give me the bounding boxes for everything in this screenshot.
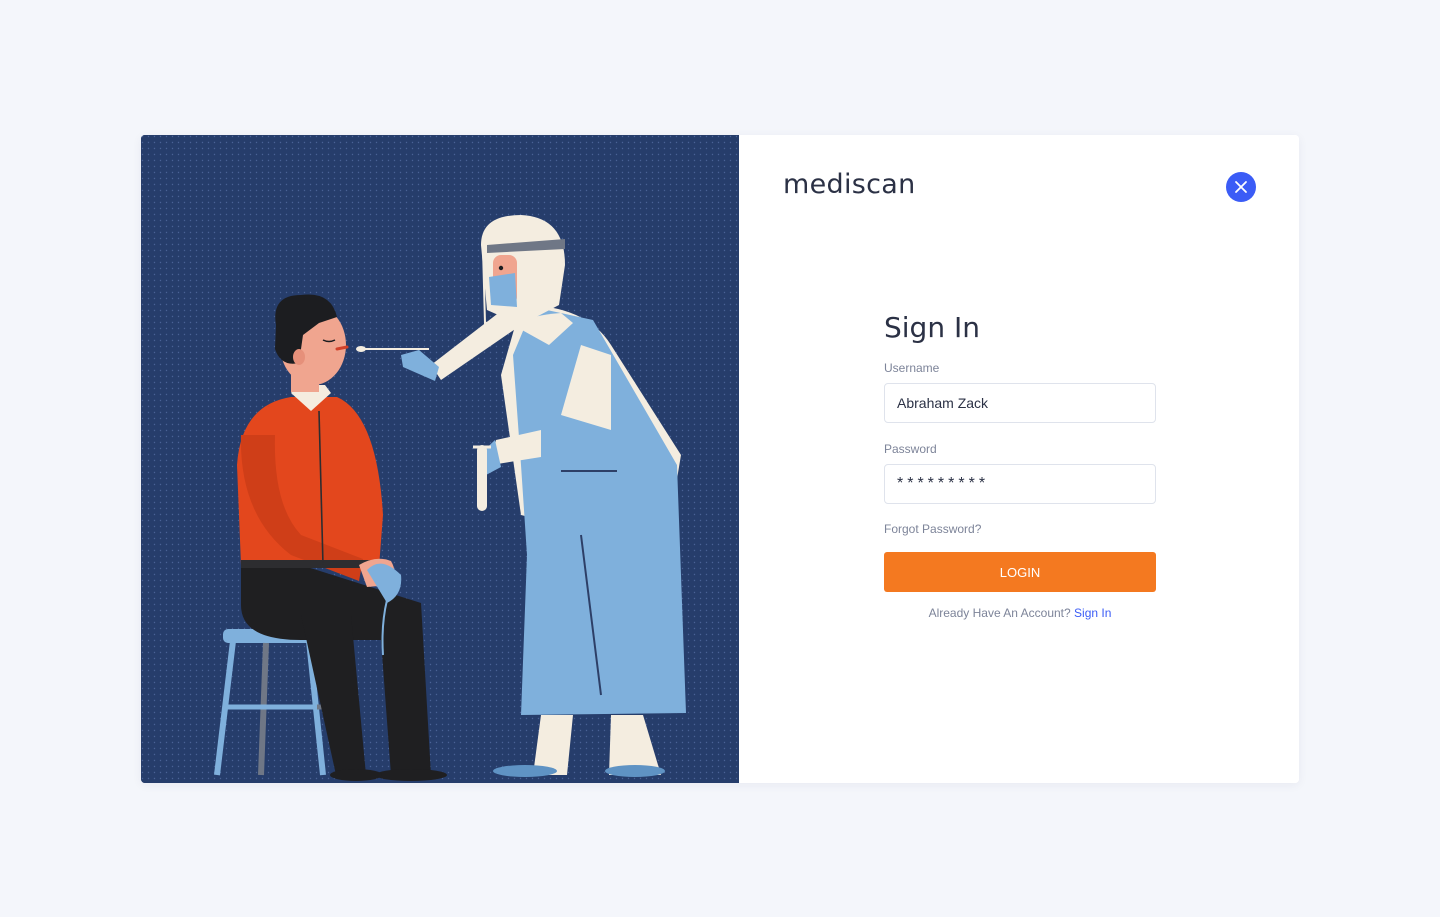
illustration-svg [141,135,739,783]
close-icon [1235,181,1247,193]
sign-in-panel: mediscan Sign In Username Abraham Zack P… [739,135,1299,783]
sign-in-link[interactable]: Sign In [1074,606,1111,620]
password-input[interactable]: ********* [884,464,1156,504]
password-label: Password [884,442,937,456]
password-value: ********* [897,475,990,492]
sign-in-form: Sign In Username Abraham Zack Password *… [884,311,1156,620]
covid-test-illustration [141,135,739,783]
page-title: Sign In [884,311,980,344]
close-button[interactable] [1226,172,1256,202]
username-input[interactable]: Abraham Zack [884,383,1156,423]
username-label: Username [884,361,940,375]
username-value: Abraham Zack [897,395,989,411]
login-modal: mediscan Sign In Username Abraham Zack P… [141,135,1299,783]
forgot-password-link[interactable]: Forgot Password? [884,522,981,536]
account-prompt-text: Already Have An Account? [928,606,1071,620]
account-prompt: Already Have An Account? Sign In [884,606,1156,620]
login-button[interactable]: LOGIN [884,552,1156,592]
brand-logo: mediscan [783,169,916,200]
